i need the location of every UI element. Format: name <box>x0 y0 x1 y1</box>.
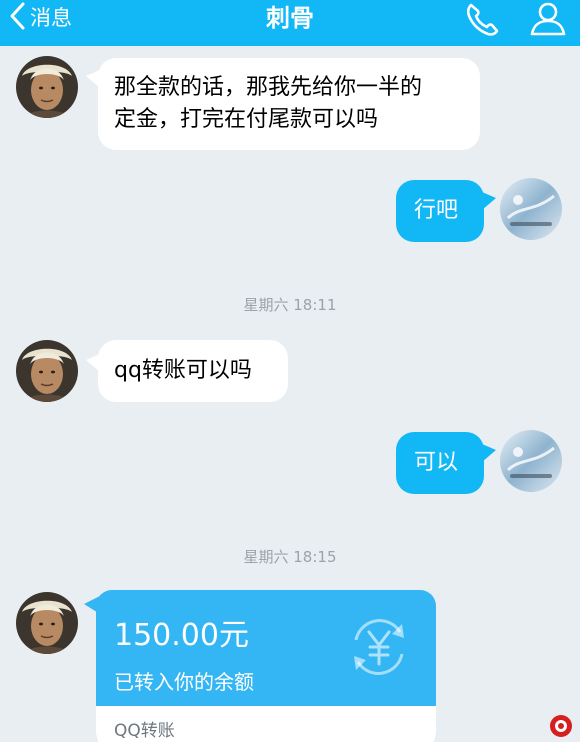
contact-avatar[interactable] <box>16 340 78 402</box>
message-bubble-sent[interactable]: 行吧 <box>396 180 484 242</box>
transfer-amount: 150.00元 <box>114 618 249 653</box>
yen-transfer-icon <box>344 612 414 686</box>
message-bubble[interactable]: qq转账可以吗 <box>98 340 288 402</box>
watermark-icon <box>546 712 576 742</box>
message-line: 那全款的话，那我先给你一半的 <box>114 75 423 100</box>
my-avatar[interactable] <box>500 430 562 492</box>
bubble-tail <box>482 444 496 462</box>
message-text: 行吧 <box>414 198 459 223</box>
bubble-tail <box>482 192 496 210</box>
transfer-card[interactable]: 150.00元 已转入你的余额 QQ转账 <box>96 590 436 742</box>
message-text: 可以 <box>414 450 459 475</box>
transfer-footer: QQ转账 <box>96 706 436 742</box>
transfer-description: 已转入你的余额 <box>114 670 254 694</box>
chat-header: 消息 刺骨 <box>0 0 580 46</box>
message-bubble[interactable]: 那全款的话，那我先给你一半的 定金，打完在付尾款可以吗 <box>98 58 480 150</box>
user-profile-icon[interactable] <box>528 0 568 44</box>
phone-icon[interactable] <box>462 0 502 44</box>
contact-avatar[interactable] <box>16 56 78 118</box>
timestamp: 星期六 18:15 <box>243 548 337 566</box>
message-line: 定金，打完在付尾款可以吗 <box>114 107 379 132</box>
chat-screen: 消息 刺骨 那全款的话，那我先给你一半的 定金，打完在付尾款可以吗 行吧 星期六… <box>0 0 580 742</box>
message-text: qq转账可以吗 <box>114 358 252 383</box>
timestamp: 星期六 18:11 <box>243 296 337 314</box>
message-bubble-sent[interactable]: 可以 <box>396 432 484 494</box>
my-avatar[interactable] <box>500 178 562 240</box>
contact-avatar[interactable] <box>16 592 78 654</box>
